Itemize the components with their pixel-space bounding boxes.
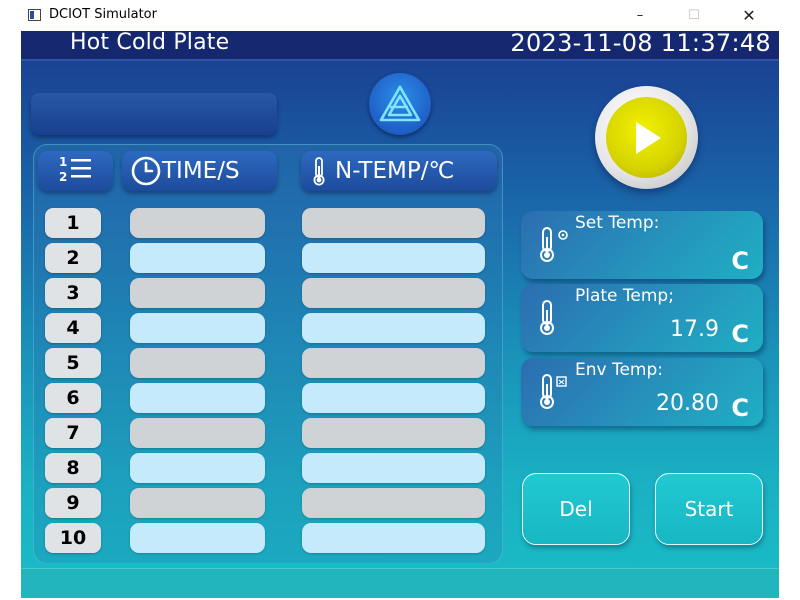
time-cell-1[interactable] bbox=[130, 208, 265, 238]
column-header-temp-label: N-TEMP/℃ bbox=[335, 158, 455, 184]
temp-cell-1[interactable] bbox=[302, 208, 485, 238]
set-temp-label: Set Temp: bbox=[575, 213, 660, 233]
header-bar: Hot Cold Plate 2023-11-08 11:37:48 bbox=[21, 31, 779, 59]
clock-icon bbox=[130, 155, 162, 187]
env-temp-card: Env Temp: 20.80 C bbox=[521, 358, 763, 426]
plate-temp-card: Plate Temp; 17.9 C bbox=[521, 284, 763, 352]
temp-cell-5[interactable] bbox=[302, 348, 485, 378]
app-surface: Hot Cold Plate 2023-11-08 11:37:48 1 2 T… bbox=[21, 31, 779, 598]
temp-cell-6[interactable] bbox=[302, 383, 485, 413]
row-index-10: 10 bbox=[45, 523, 101, 553]
thermometer-env-icon bbox=[537, 372, 571, 416]
time-cell-8[interactable] bbox=[130, 453, 265, 483]
start-button[interactable]: Start bbox=[655, 473, 763, 545]
svg-text:2: 2 bbox=[59, 170, 67, 184]
maximize-button[interactable]: ☐ bbox=[674, 4, 714, 26]
set-temp-unit: C bbox=[731, 247, 749, 275]
temp-cell-9[interactable] bbox=[302, 488, 485, 518]
play-button[interactable] bbox=[595, 86, 698, 189]
set-temp-card[interactable]: Set Temp: C bbox=[521, 211, 763, 279]
numbered-list-icon: 1 2 bbox=[56, 153, 96, 189]
row-index-9: 9 bbox=[45, 488, 101, 518]
thermometer-icon bbox=[311, 156, 327, 186]
row-index-5: 5 bbox=[45, 348, 101, 378]
close-button[interactable]: ✕ bbox=[729, 4, 769, 26]
plate-temp-label: Plate Temp; bbox=[575, 286, 674, 306]
column-header-time: TIME/S bbox=[122, 151, 277, 191]
row-index-6: 6 bbox=[45, 383, 101, 413]
window-title: DCIOT Simulator bbox=[49, 7, 157, 22]
plate-temp-value: 17.9 bbox=[670, 317, 719, 342]
time-cell-2[interactable] bbox=[130, 243, 265, 273]
thermometer-gear-icon bbox=[537, 225, 571, 269]
thermometer-icon bbox=[537, 298, 571, 342]
temp-cell-10[interactable] bbox=[302, 523, 485, 553]
row-index-7: 7 bbox=[45, 418, 101, 448]
time-cell-10[interactable] bbox=[130, 523, 265, 553]
bottom-status-bar bbox=[21, 568, 779, 598]
column-header-index: 1 2 bbox=[38, 151, 113, 191]
row-index-1: 1 bbox=[45, 208, 101, 238]
temp-cell-2[interactable] bbox=[302, 243, 485, 273]
temp-cell-4[interactable] bbox=[302, 313, 485, 343]
time-cell-9[interactable] bbox=[130, 488, 265, 518]
minimize-button[interactable]: – bbox=[620, 4, 660, 26]
status-field bbox=[31, 93, 277, 135]
env-temp-value: 20.80 bbox=[656, 391, 719, 416]
time-cell-3[interactable] bbox=[130, 278, 265, 308]
window-titlebar: DCIOT Simulator – ☐ ✕ bbox=[0, 0, 800, 31]
temp-cell-8[interactable] bbox=[302, 453, 485, 483]
time-cell-6[interactable] bbox=[130, 383, 265, 413]
page-title: Hot Cold Plate bbox=[70, 31, 230, 55]
play-icon bbox=[606, 97, 687, 178]
datetime-display: 2023-11-08 11:37:48 bbox=[510, 31, 771, 57]
row-index-4: 4 bbox=[45, 313, 101, 343]
time-cell-5[interactable] bbox=[130, 348, 265, 378]
app-window-icon bbox=[28, 9, 41, 21]
time-cell-4[interactable] bbox=[130, 313, 265, 343]
row-index-8: 8 bbox=[45, 453, 101, 483]
triangle-logo-icon bbox=[369, 73, 431, 135]
header-divider bbox=[21, 59, 779, 61]
time-cell-7[interactable] bbox=[130, 418, 265, 448]
row-index-3: 3 bbox=[45, 278, 101, 308]
del-button[interactable]: Del bbox=[522, 473, 630, 545]
column-header-temp: N-TEMP/℃ bbox=[301, 151, 497, 191]
plate-temp-unit: C bbox=[731, 320, 749, 348]
env-temp-label: Env Temp: bbox=[575, 360, 664, 380]
temp-cell-7[interactable] bbox=[302, 418, 485, 448]
svg-text:1: 1 bbox=[59, 155, 67, 169]
row-index-2: 2 bbox=[45, 243, 101, 273]
env-temp-unit: C bbox=[731, 394, 749, 422]
column-header-time-label: TIME/S bbox=[162, 158, 240, 184]
temp-cell-3[interactable] bbox=[302, 278, 485, 308]
